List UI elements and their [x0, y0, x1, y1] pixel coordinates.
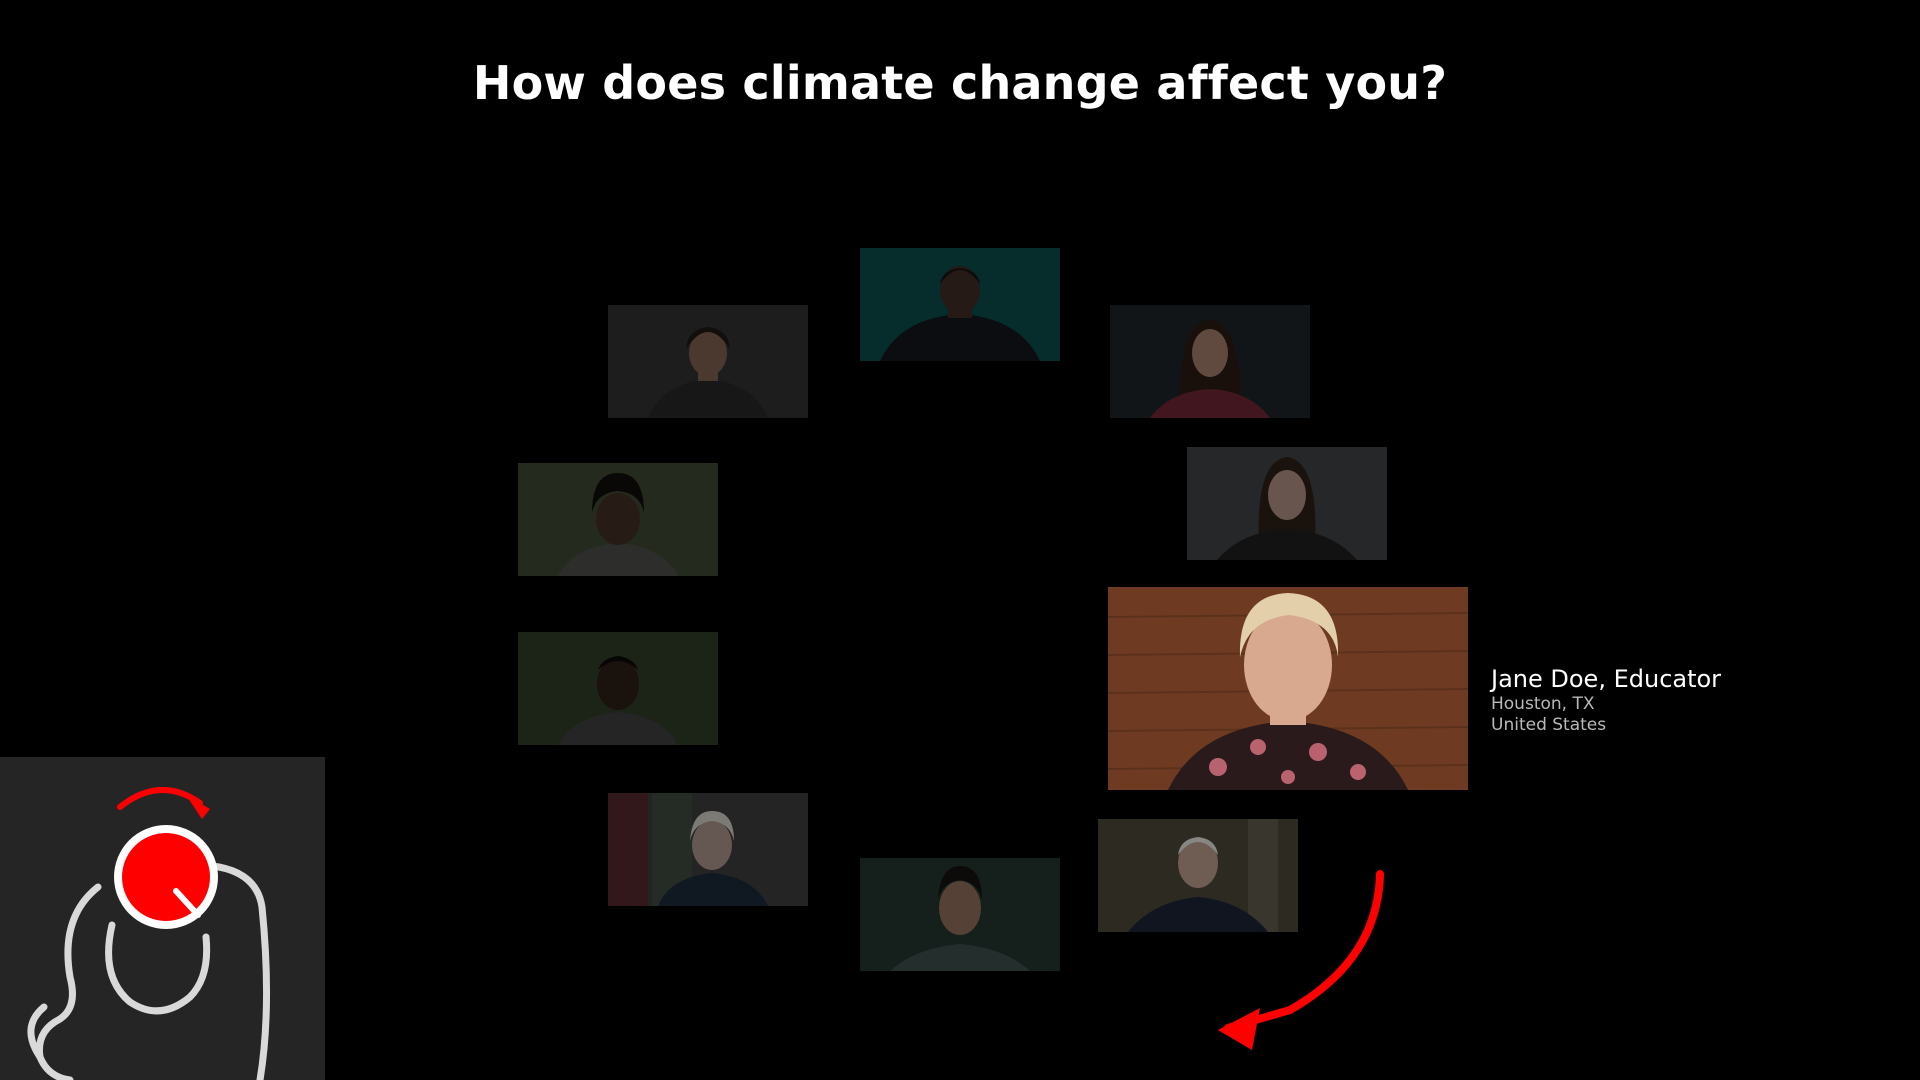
video-tile-mid-left-lower[interactable] — [518, 632, 718, 745]
speaker-thumbnail — [608, 305, 808, 418]
speaker-thumbnail — [1187, 447, 1387, 560]
video-tile-featured[interactable] — [1108, 587, 1468, 790]
speaker-thumbnail — [518, 463, 718, 576]
video-tile-top-center[interactable] — [860, 248, 1060, 361]
control-hint-panel — [0, 757, 325, 1080]
speaker-thumbnail — [860, 858, 1060, 971]
page-title: How does climate change affect you? — [472, 56, 1448, 110]
speaker-caption: Jane Doe, Educator Houston, TX United St… — [1491, 664, 1721, 736]
speaker-name: Jane Doe, Educator — [1491, 665, 1722, 693]
kiosk-screen: How does climate change affect you? Jane… — [0, 0, 1920, 1080]
speaker-thumbnail — [1110, 305, 1310, 418]
speaker-thumbnail — [608, 793, 808, 906]
speaker-city: Houston, TX — [1491, 694, 1595, 714]
speaker-thumbnail — [860, 248, 1060, 361]
featured-speaker-video — [1108, 587, 1468, 790]
video-tile-bottom-center[interactable] — [860, 858, 1060, 971]
curved-arrow-icon — [1218, 870, 1384, 1050]
video-tile-mid-right-upper[interactable] — [1187, 447, 1387, 560]
speaker-thumbnail — [518, 632, 718, 745]
video-tile-top-right[interactable] — [1110, 305, 1310, 418]
video-tile-top-left[interactable] — [608, 305, 808, 418]
speaker-country: United States — [1491, 715, 1607, 735]
video-tile-bottom-left[interactable] — [608, 793, 808, 906]
rotary-dial-hand-icon — [27, 787, 271, 1080]
video-tile-mid-left-upper[interactable] — [518, 463, 718, 576]
